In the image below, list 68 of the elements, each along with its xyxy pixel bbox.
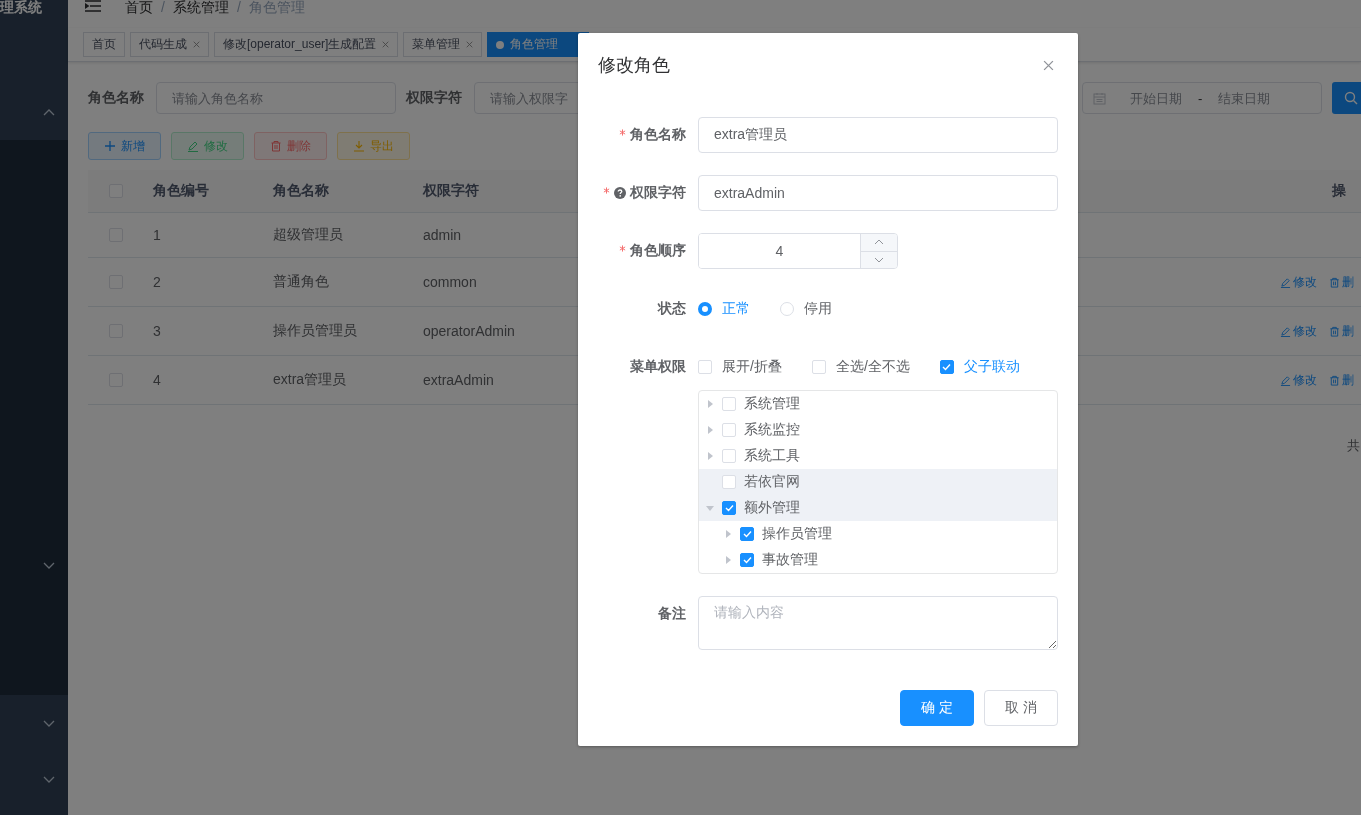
field-label: 状态	[658, 300, 686, 318]
tree-row[interactable]: 系统工具	[699, 443, 1057, 469]
column-header: 角色名称	[273, 182, 329, 200]
dialog-title: 修改角色	[598, 54, 670, 77]
column-header: 角色编号	[153, 182, 209, 200]
breadcrumb-separator: /	[161, 0, 165, 14]
text-field[interactable]: extra管理员	[698, 117, 1058, 153]
table-cell: admin	[423, 227, 462, 243]
table-cell: common	[423, 274, 477, 290]
tab[interactable]: 代码生成	[130, 32, 209, 57]
table-cell: 操作员管理员	[273, 322, 357, 340]
table-cell: operatorAdmin	[423, 323, 515, 339]
edit-link[interactable]: 修改	[1280, 322, 1317, 340]
tree-label: 系统管理	[744, 395, 800, 413]
field-label: 权限字符	[630, 184, 686, 202]
field-label: 备注	[658, 605, 686, 623]
edit-link[interactable]: 修改	[1280, 273, 1317, 291]
field-label: 角色顺序	[630, 242, 686, 260]
table-cell: 3	[153, 323, 161, 339]
tree-row[interactable]: 事故管理	[699, 547, 1057, 573]
delete-link[interactable]: 删	[1329, 371, 1354, 389]
delete-link[interactable]: 删	[1329, 322, 1354, 340]
tree-row[interactable]: 操作员管理	[699, 521, 1057, 547]
option-label[interactable]: 正常	[722, 300, 750, 318]
field-label: 角色名称	[630, 126, 686, 144]
tab[interactable]: 修改[operator_user]生成配置	[214, 32, 399, 57]
option-label[interactable]: 停用	[804, 300, 832, 318]
tree-label: 系统工具	[744, 447, 800, 465]
text-field[interactable]: extraAdmin	[698, 175, 1058, 211]
remark-field[interactable]: 请输入内容	[698, 596, 1058, 650]
tree-label: 事故管理	[762, 551, 818, 569]
tree-row[interactable]: 若依官网	[699, 469, 1057, 495]
column-header: 操	[1332, 182, 1346, 200]
checkbox-label[interactable]: 父子联动	[963, 358, 1020, 376]
tree-label: 系统监控	[744, 421, 800, 439]
tree-row[interactable]: 系统管理	[699, 391, 1057, 417]
edit-link[interactable]: 修改	[1280, 371, 1317, 389]
table-cell: 4	[153, 372, 161, 388]
breadcrumb-link[interactable]: 系统管理	[172, 0, 229, 14]
tree-label: 若依官网	[744, 473, 800, 491]
tree-label: 额外管理	[744, 499, 800, 517]
cancel-button[interactable]: 取 消	[984, 690, 1058, 726]
column-header: 权限字符	[423, 182, 479, 200]
table-cell: 1	[153, 227, 161, 243]
pagination-total: 共	[1347, 438, 1360, 453]
table-cell: extraAdmin	[423, 372, 494, 388]
delete-link[interactable]: 删	[1329, 273, 1354, 291]
field-label: 角色名称	[88, 89, 144, 107]
tree-row[interactable]: 额外管理	[699, 495, 1057, 521]
table-cell: 普通角色	[273, 273, 329, 291]
table-cell: 超级管理员	[273, 226, 343, 244]
tab[interactable]: 首页	[83, 32, 125, 57]
tab[interactable]: 菜单管理	[403, 32, 483, 57]
table-cell: 2	[153, 274, 161, 290]
number-field[interactable]: 4	[698, 233, 898, 269]
field-label: 权限字符	[406, 89, 462, 107]
checkbox-label[interactable]: 全选/全不选	[835, 358, 910, 376]
tab[interactable]: 角色管理	[487, 32, 590, 57]
confirm-button[interactable]: 确 定	[900, 690, 974, 726]
breadcrumb-link[interactable]: 首页	[125, 0, 153, 14]
tree-label: 操作员管理	[762, 525, 832, 543]
app-title: 理系统	[0, 0, 42, 14]
tree-row[interactable]: 系统监控	[699, 417, 1057, 443]
breadcrumb-separator: /	[236, 0, 241, 14]
checkbox-label[interactable]: 展开/折叠	[722, 358, 782, 376]
field-label: 菜单权限	[630, 358, 686, 376]
add-button[interactable]: 新增	[88, 132, 161, 160]
table-cell: extra管理员	[273, 371, 347, 389]
